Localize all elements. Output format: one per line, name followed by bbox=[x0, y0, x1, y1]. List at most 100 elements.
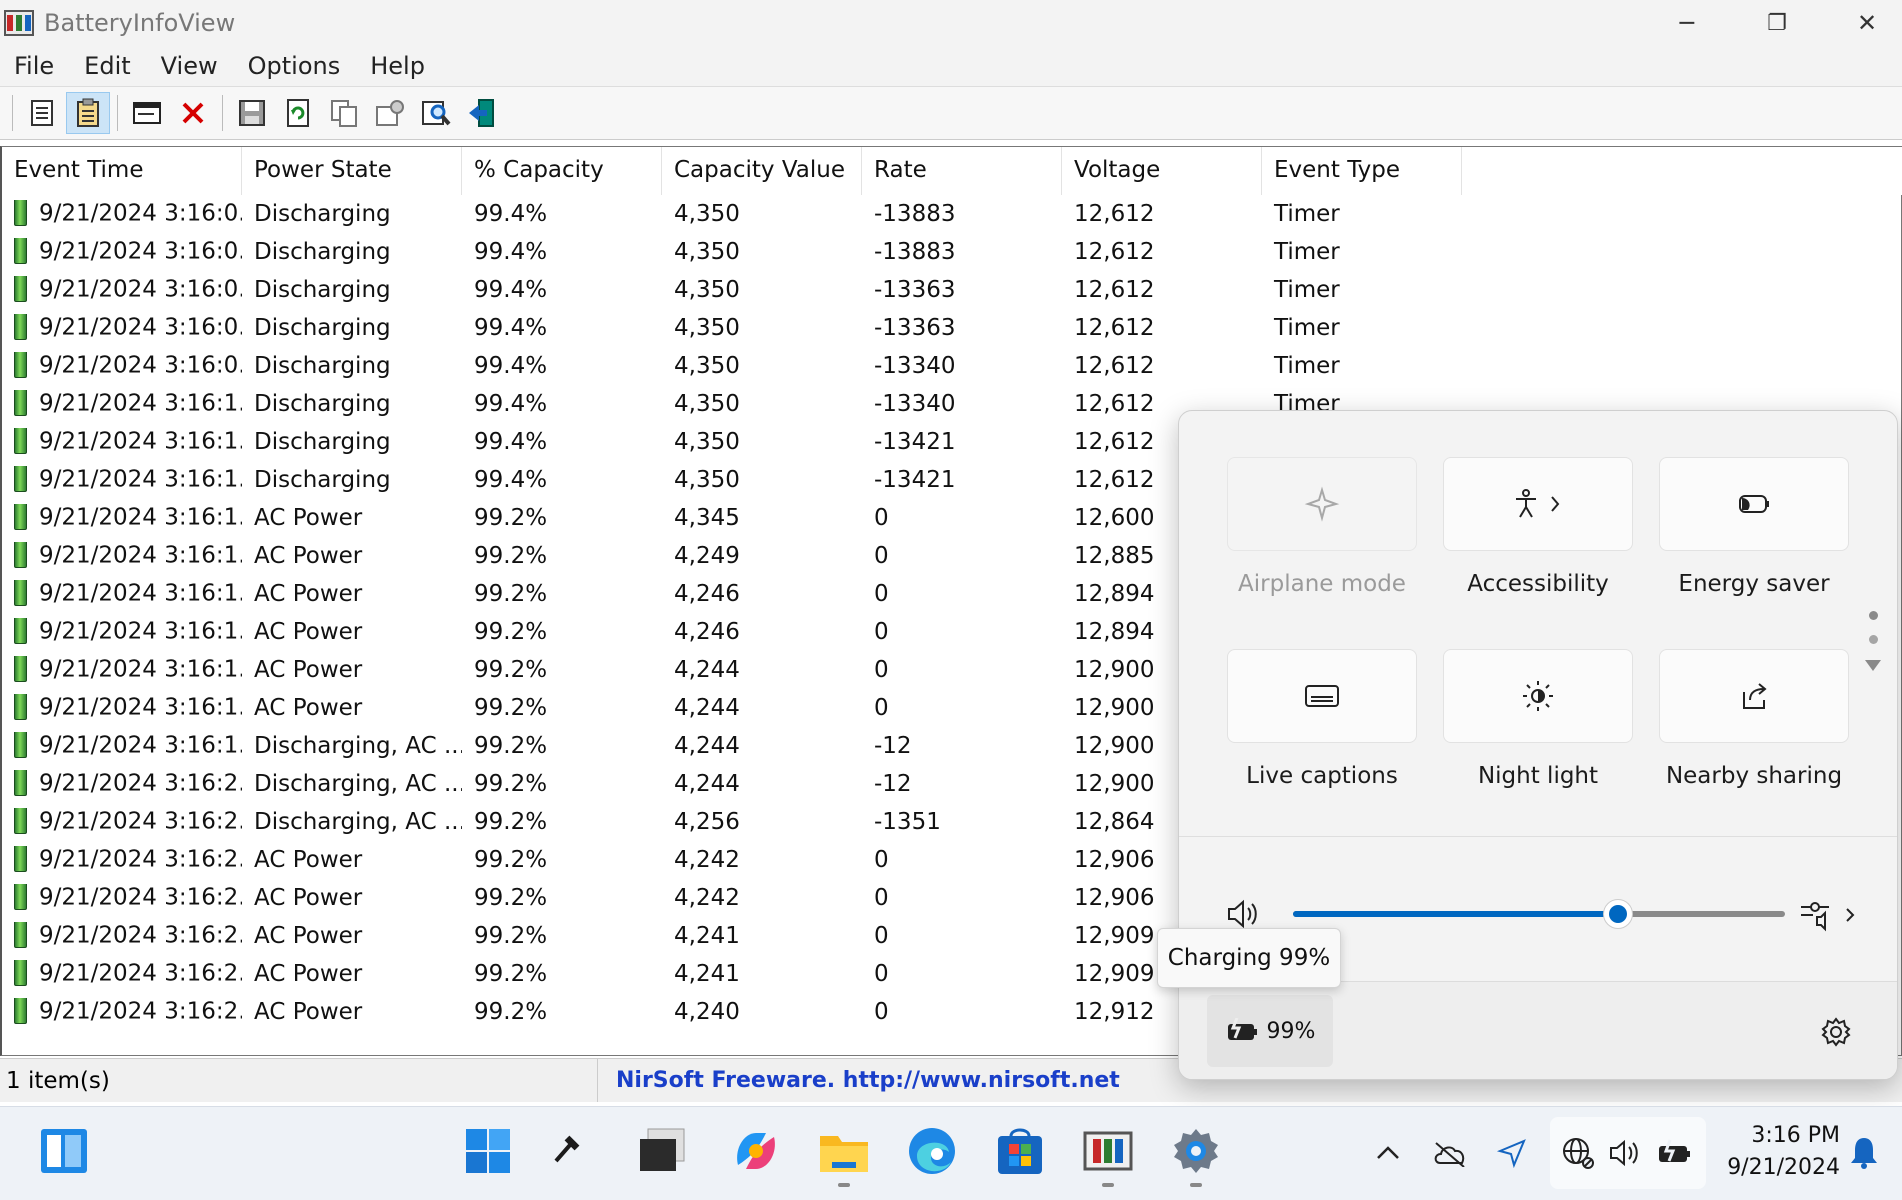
column-header-rate[interactable]: Rate bbox=[862, 147, 1062, 195]
file-explorer-button[interactable] bbox=[812, 1119, 876, 1187]
onedrive-button[interactable] bbox=[1432, 1135, 1468, 1171]
table-row[interactable]: 9/21/2024 3:16:0... Discharging 99.4% 4,350… bbox=[2, 347, 1902, 385]
save-button[interactable] bbox=[230, 92, 274, 134]
table-row[interactable]: 9/21/2024 3:16:0... Discharging 99.4% 4,350… bbox=[2, 233, 1902, 271]
cell-capacity-value: 4,350 bbox=[674, 429, 740, 455]
volume-slider[interactable] bbox=[1293, 899, 1785, 929]
settings-taskbar-button[interactable] bbox=[1164, 1119, 1228, 1187]
event-time-text: 9/21/2024 3:16:1... bbox=[39, 504, 242, 531]
cell-rate: -13883 bbox=[874, 239, 956, 265]
cell-rate: -13340 bbox=[874, 353, 956, 379]
close-button[interactable]: ✕ bbox=[1822, 0, 1902, 46]
cell-event-time: 9/21/2024 3:16:0... bbox=[2, 276, 242, 304]
menu-options[interactable]: Options bbox=[248, 52, 341, 80]
location-icon bbox=[1496, 1139, 1526, 1169]
event-time-text: 9/21/2024 3:16:2... bbox=[39, 846, 242, 873]
volume-tray-button[interactable] bbox=[1608, 1135, 1644, 1171]
column-header-event-time[interactable]: Event Time bbox=[2, 147, 242, 195]
cell-event-type: Timer bbox=[1274, 277, 1340, 303]
column-header-voltage[interactable]: Voltage bbox=[1062, 147, 1262, 195]
page-indicator-dot[interactable] bbox=[1869, 635, 1878, 644]
cell-capacity-value: 4,246 bbox=[674, 619, 740, 645]
volume-fill bbox=[1293, 911, 1618, 917]
column-header-power-state[interactable]: Power State bbox=[242, 147, 462, 195]
speaker-icon[interactable] bbox=[1225, 897, 1261, 931]
batteryinfoview-taskbar-button[interactable] bbox=[1076, 1119, 1140, 1187]
options-button[interactable] bbox=[368, 92, 412, 134]
terminal-button[interactable] bbox=[630, 1119, 694, 1183]
cell-capacity-percent: 99.2% bbox=[474, 923, 548, 949]
cell-power-state: Discharging, AC ... bbox=[254, 771, 462, 797]
cell-power-state: AC Power bbox=[254, 581, 363, 607]
cell-rate: 0 bbox=[874, 885, 889, 911]
menu-help[interactable]: Help bbox=[370, 52, 425, 80]
minimize-button[interactable]: ─ bbox=[1642, 0, 1732, 46]
tool-app-button[interactable] bbox=[534, 1119, 598, 1183]
menu-edit[interactable]: Edit bbox=[84, 52, 130, 80]
refresh-button[interactable] bbox=[276, 92, 320, 134]
widgets-button[interactable] bbox=[32, 1119, 96, 1183]
table-row[interactable]: 9/21/2024 3:16:0... Discharging 99.4% 4,350… bbox=[2, 309, 1902, 347]
battery-row-icon bbox=[14, 732, 27, 758]
night-light-icon bbox=[1523, 681, 1553, 711]
cell-event-time: 9/21/2024 3:16:1... bbox=[2, 618, 242, 646]
cell-capacity-percent: 99.4% bbox=[474, 201, 548, 227]
cell-rate: 0 bbox=[874, 543, 889, 569]
cell-capacity-value: 4,350 bbox=[674, 277, 740, 303]
nearby-sharing-toggle[interactable] bbox=[1659, 649, 1849, 743]
menu-view[interactable]: View bbox=[161, 52, 218, 80]
battery-row-icon bbox=[14, 656, 27, 682]
window-button[interactable] bbox=[125, 92, 169, 134]
cell-capacity-value: 4,246 bbox=[674, 581, 740, 607]
battery-tray-button[interactable] bbox=[1656, 1135, 1692, 1171]
delete-icon bbox=[182, 102, 204, 124]
cell-event-time: 9/21/2024 3:16:2... bbox=[2, 770, 242, 798]
copilot-button[interactable] bbox=[724, 1119, 788, 1183]
bell-icon bbox=[1851, 1138, 1877, 1169]
location-button[interactable] bbox=[1494, 1135, 1530, 1171]
column-header-capacity-value[interactable]: Capacity Value bbox=[662, 147, 862, 195]
menu-file[interactable]: File bbox=[14, 52, 54, 80]
cell-capacity-percent: 99.4% bbox=[474, 429, 548, 455]
cell-event-time: 9/21/2024 3:16:0... bbox=[2, 200, 242, 228]
gear-icon[interactable] bbox=[1820, 1016, 1852, 1048]
notifications-button[interactable] bbox=[1846, 1135, 1882, 1171]
page-down-icon[interactable] bbox=[1864, 659, 1882, 673]
column-header-capacity-percent[interactable]: % Capacity bbox=[462, 147, 662, 195]
cell-rate: 0 bbox=[874, 657, 889, 683]
edge-button[interactable] bbox=[900, 1119, 964, 1183]
network-button[interactable] bbox=[1560, 1135, 1596, 1171]
energy-saver-toggle[interactable] bbox=[1659, 457, 1849, 551]
cell-power-state: Discharging bbox=[254, 277, 391, 303]
properties-button[interactable] bbox=[20, 92, 64, 134]
share-icon bbox=[1743, 683, 1767, 709]
restore-button[interactable]: ❐ bbox=[1732, 0, 1822, 46]
live-captions-toggle[interactable] bbox=[1227, 649, 1417, 743]
table-row[interactable]: 9/21/2024 3:16:0... Discharging 99.4% 4,350… bbox=[2, 195, 1902, 233]
clock-time[interactable]: 3:16 PM bbox=[1720, 1123, 1840, 1148]
exit-button[interactable] bbox=[460, 92, 504, 134]
event-time-text: 9/21/2024 3:16:1... bbox=[39, 656, 242, 683]
airplane-mode-toggle[interactable] bbox=[1227, 457, 1417, 551]
show-hidden-icons-button[interactable] bbox=[1370, 1135, 1406, 1171]
clipboard-button[interactable] bbox=[66, 92, 110, 134]
column-header-event-type[interactable]: Event Type bbox=[1262, 147, 1462, 195]
night-light-toggle[interactable] bbox=[1443, 649, 1633, 743]
audio-output-icon[interactable] bbox=[1797, 897, 1867, 933]
window-icon bbox=[133, 102, 161, 124]
accessibility-toggle[interactable] bbox=[1443, 457, 1633, 551]
cell-capacity-value: 4,350 bbox=[674, 467, 740, 493]
battery-status-button[interactable]: 99% bbox=[1207, 995, 1333, 1067]
copy-button[interactable] bbox=[322, 92, 366, 134]
delete-button[interactable] bbox=[171, 92, 215, 134]
find-button[interactable] bbox=[414, 92, 458, 134]
cell-capacity-percent: 99.4% bbox=[474, 353, 548, 379]
clock-date[interactable]: 9/21/2024 bbox=[1700, 1155, 1840, 1180]
volume-thumb[interactable] bbox=[1602, 899, 1633, 929]
nirsoft-link[interactable]: NirSoft Freeware. http://www.nirsoft.net bbox=[598, 1068, 1120, 1093]
store-button[interactable] bbox=[988, 1119, 1052, 1183]
cell-event-time: 9/21/2024 3:16:1... bbox=[2, 428, 242, 456]
table-row[interactable]: 9/21/2024 3:16:0... Discharging 99.4% 4,350… bbox=[2, 271, 1902, 309]
start-button[interactable] bbox=[456, 1119, 520, 1183]
page-indicator-dot[interactable] bbox=[1869, 611, 1878, 620]
